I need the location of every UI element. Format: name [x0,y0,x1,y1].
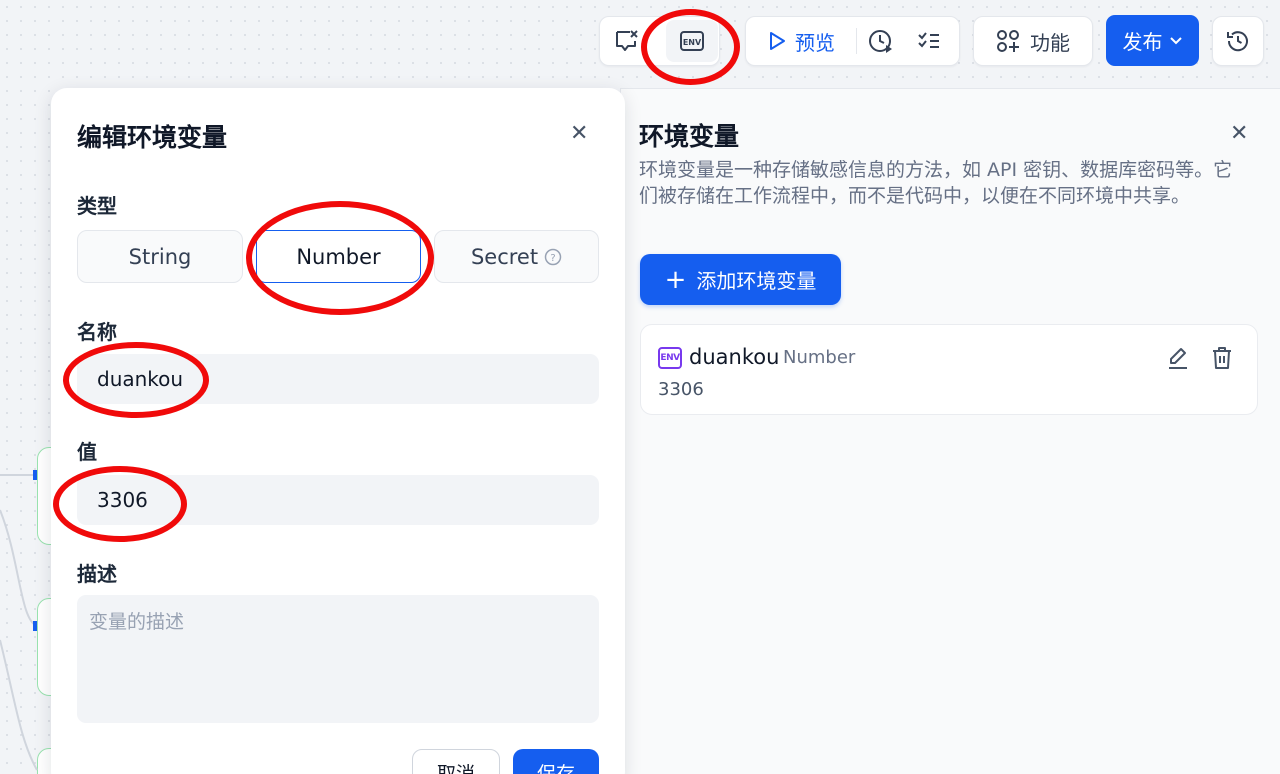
checklist-icon [918,32,939,48]
chevron-down-icon [1169,36,1182,44]
type-option-label: Secret [470,244,539,269]
play-icon [770,32,785,50]
close-icon[interactable]: ✕ [570,123,588,145]
env-button[interactable]: ENV [666,20,718,62]
preview-label: 预览 [795,30,835,55]
env-variable-type: Number [783,347,856,368]
type-option-number[interactable]: Number [256,230,421,283]
description-label: 描述 [77,562,117,586]
save-button[interactable]: 保存 [513,749,599,774]
publish-label: 发布 [1122,30,1163,54]
value-input[interactable] [77,475,599,525]
plus-icon: + [664,264,687,295]
type-option-label: String [128,244,192,269]
type-option-label: Number [296,244,381,269]
add-env-variable-label: 添加环境变量 [696,269,817,293]
dialog-title: 编辑环境变量 [77,123,228,152]
features-button[interactable]: 功能 [974,17,1092,65]
env-variable-value: 3306 [658,379,704,400]
type-option-string[interactable]: String [77,230,243,283]
version-history-button[interactable] [1213,17,1263,65]
features-icon [997,30,1019,52]
close-icon[interactable]: ✕ [1230,123,1248,145]
env-panel-title: 环境变量 [639,122,740,151]
name-input[interactable] [77,354,599,404]
cancel-button[interactable]: 取消 [412,749,500,774]
env-variable-item[interactable]: ENV duankou Number 3306 [640,324,1258,415]
publish-button[interactable]: 发布 [1106,15,1199,66]
preview-button[interactable]: 预览 [746,17,856,65]
toolbar-group-run: 预览 [745,16,960,66]
version-history-toolbar [1212,16,1264,66]
env-icon: ENV [680,31,704,51]
features-label: 功能 [1030,30,1070,55]
feedback-icon [616,30,638,51]
env-variable-name: duankou [689,345,780,369]
run-history-icon [869,30,892,53]
help-icon[interactable]: ? [544,248,562,266]
checklist-button[interactable] [905,17,953,65]
type-option-secret[interactable]: Secret ? [434,230,599,283]
env-panel-description: 环境变量是一种存储敏感信息的方法，如 API 密钥、数据库密码等。它们被存储在工… [639,159,1233,207]
description-input[interactable] [77,595,599,723]
add-env-variable-button[interactable]: + 添加环境变量 [640,254,841,305]
feedback-button[interactable] [600,17,654,65]
edit-env-variable-dialog: 编辑环境变量 ✕ 类型 String Number Secret ? 名称 值 … [51,88,625,774]
env-badge-icon: ENV [658,347,682,369]
history-icon [1227,31,1248,52]
edit-icon[interactable] [1166,345,1190,371]
workflow-edges [0,470,38,771]
type-label: 类型 [77,194,117,218]
toolbar-group-left: ENV [599,16,720,66]
env-variables-panel: 环境变量 ✕ 环境变量是一种存储敏感信息的方法，如 API 密钥、数据库密码等。… [620,88,1280,774]
value-label: 值 [77,440,97,464]
name-label: 名称 [77,320,117,344]
delete-icon[interactable] [1210,345,1234,371]
features-toolbar: 功能 [973,16,1093,66]
svg-text:?: ? [550,253,555,264]
svg-text:ENV: ENV [683,38,702,47]
run-history-button[interactable] [857,17,905,65]
